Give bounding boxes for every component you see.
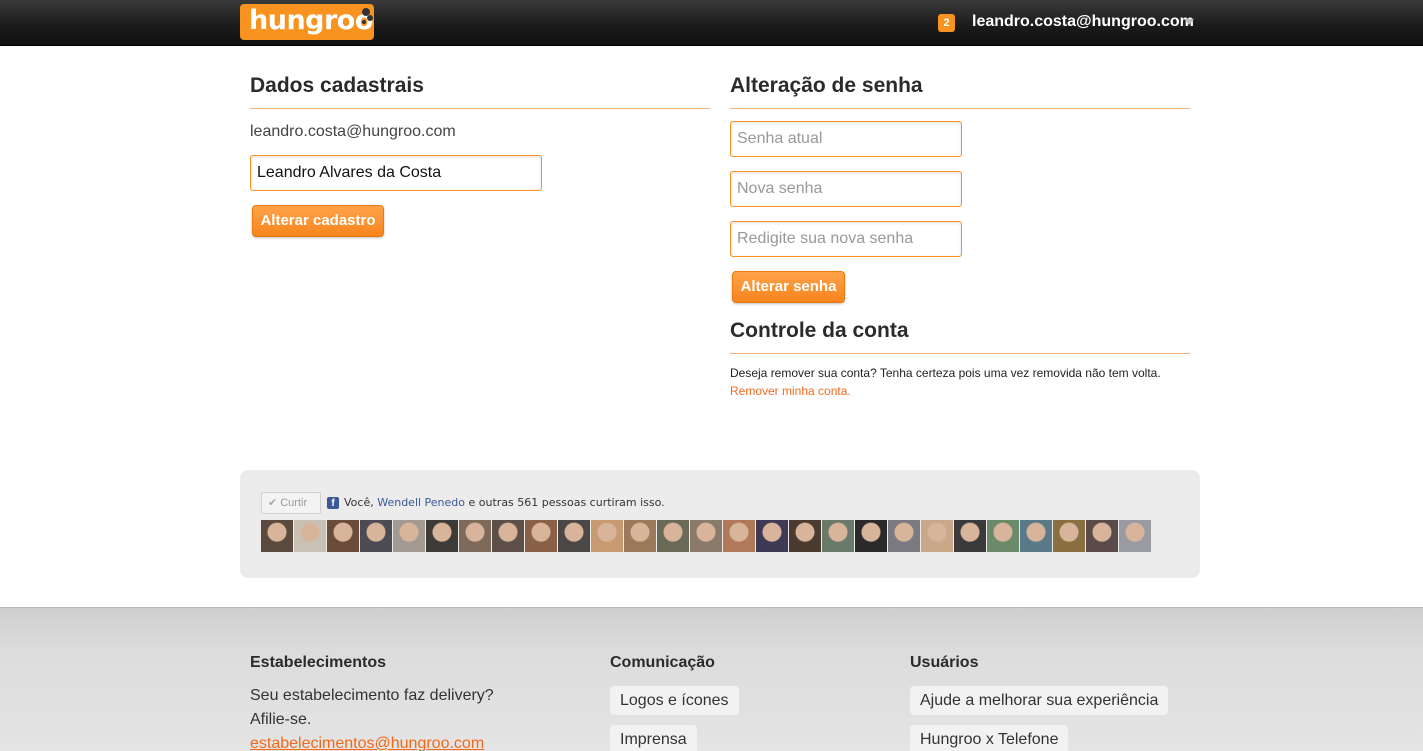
fb-friend-avatar[interactable] [954, 520, 986, 552]
footer-establishments-email[interactable]: estabelecimentos@hungroo.com [250, 735, 484, 751]
fb-friend-avatar[interactable] [591, 520, 623, 552]
fb-friend-avatar[interactable] [624, 520, 656, 552]
logo-dots-icon [362, 8, 370, 16]
fb-friend-avatar[interactable] [1020, 520, 1052, 552]
footer-communication-title: Comunicação [610, 654, 715, 671]
fb-like-label: Curtir [280, 497, 308, 509]
top-bar: hungroo 2 leandro.costa@hungroo.com [0, 0, 1423, 46]
fb-faces [261, 520, 1151, 552]
fb-friend-avatar[interactable] [327, 520, 359, 552]
footer-delivery-question: Seu estabelecimento faz delivery? [250, 687, 494, 704]
fb-friend-avatar[interactable] [1053, 520, 1085, 552]
fb-friend-avatar[interactable] [558, 520, 590, 552]
fb-friend-link[interactable]: Wendell Penedo [377, 496, 465, 509]
fb-friend-avatar[interactable] [855, 520, 887, 552]
footer: Estabelecimentos Seu estabelecimento faz… [0, 607, 1423, 751]
fb-friend-avatar[interactable] [525, 520, 557, 552]
hungroo-logo[interactable]: hungroo [240, 4, 374, 40]
fb-friend-avatar[interactable] [1119, 520, 1151, 552]
fb-like-text: Você, Wendell Penedo e outras 561 pessoa… [344, 496, 665, 509]
fb-friend-avatar[interactable] [261, 520, 293, 552]
fb-friend-avatar[interactable] [393, 520, 425, 552]
footer-feedback-link[interactable]: Ajude a melhorar sua experiência [910, 686, 1169, 715]
fb-text-suffix: e outras 561 pessoas curtiram isso. [465, 496, 665, 509]
fb-friend-avatar[interactable] [657, 520, 689, 552]
fb-friend-avatar[interactable] [459, 520, 491, 552]
footer-logos-link[interactable]: Logos e ícones [610, 686, 739, 715]
account-warning: Deseja remover sua conta? Tenha certeza … [730, 366, 1161, 380]
footer-users-title: Usuários [910, 654, 979, 671]
fb-friend-avatar[interactable] [822, 520, 854, 552]
fb-friend-avatar[interactable] [360, 520, 392, 552]
facebook-like-box: ✔ Curtir f Você, Wendell Penedo e outras … [240, 470, 1200, 578]
logo-text: hungroo [249, 5, 373, 36]
fb-text-prefix: Você, [344, 496, 378, 509]
profile-email: leandro.costa@hungroo.com [250, 123, 456, 140]
confirm-password-field[interactable] [730, 221, 962, 257]
footer-press-link[interactable]: Imprensa [610, 725, 697, 751]
notification-badge[interactable]: 2 [938, 14, 955, 32]
fb-like-button[interactable]: ✔ Curtir [261, 492, 321, 514]
fb-friend-avatar[interactable] [426, 520, 458, 552]
fb-friend-avatar[interactable] [690, 520, 722, 552]
fb-friend-avatar[interactable] [921, 520, 953, 552]
password-title: Alteração de senha [730, 74, 923, 97]
fb-friend-avatar[interactable] [888, 520, 920, 552]
fb-friend-avatar[interactable] [756, 520, 788, 552]
footer-establishments-title: Estabelecimentos [250, 654, 387, 671]
fb-friend-avatar[interactable] [789, 520, 821, 552]
facebook-icon: f [327, 497, 339, 509]
chevron-down-icon[interactable] [1184, 19, 1194, 25]
account-divider [730, 353, 1190, 354]
account-title: Controle da conta [730, 319, 909, 342]
name-field[interactable] [250, 155, 542, 191]
check-icon: ✔ [268, 497, 278, 509]
footer-affiliate-text: Afilie-se. [250, 711, 312, 728]
password-divider [730, 108, 1190, 109]
user-menu-email[interactable]: leandro.costa@hungroo.com [972, 13, 1194, 31]
fb-friend-avatar[interactable] [492, 520, 524, 552]
update-profile-button[interactable]: Alterar cadastro [252, 205, 384, 237]
current-password-field[interactable] [730, 121, 962, 157]
fb-friend-avatar[interactable] [723, 520, 755, 552]
remove-account-link[interactable]: Remover minha conta. [730, 384, 851, 398]
new-password-field[interactable] [730, 171, 962, 207]
profile-title: Dados cadastrais [250, 74, 424, 97]
fb-friend-avatar[interactable] [987, 520, 1019, 552]
fb-friend-avatar[interactable] [1086, 520, 1118, 552]
fb-friend-avatar[interactable] [294, 520, 326, 552]
change-password-button[interactable]: Alterar senha [732, 271, 845, 303]
profile-divider [250, 108, 710, 109]
footer-phone-link[interactable]: Hungroo x Telefone [910, 725, 1069, 751]
